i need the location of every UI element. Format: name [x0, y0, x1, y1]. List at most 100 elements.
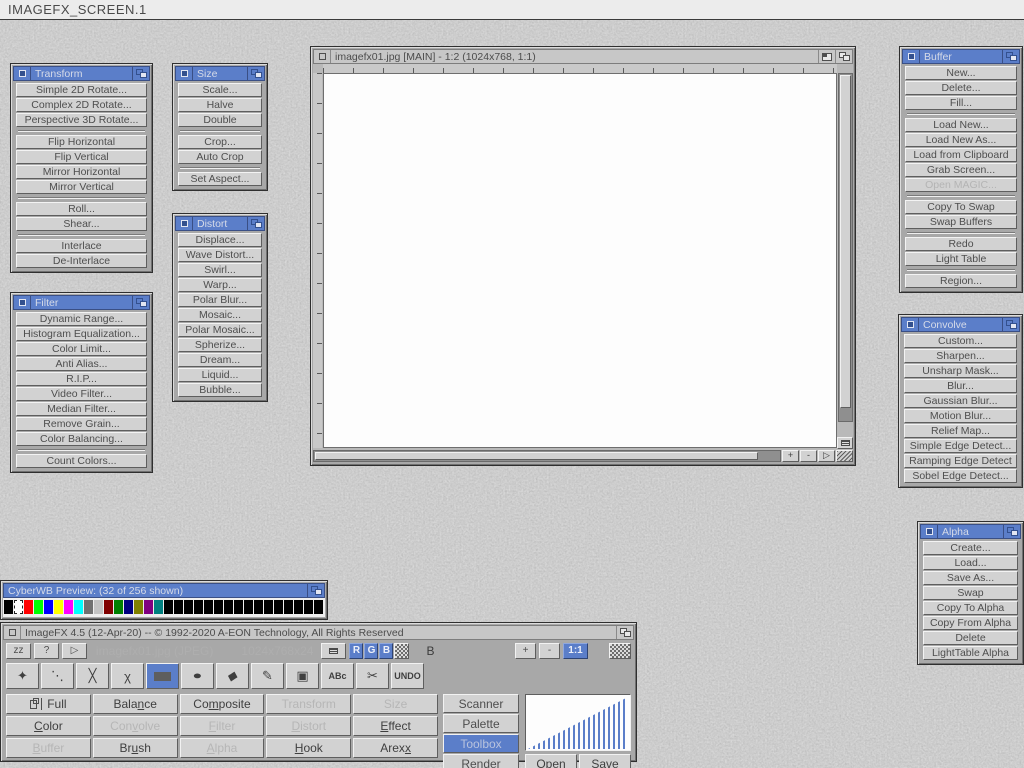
color-swatch[interactable]	[94, 600, 103, 614]
wave-distort-button[interactable]: Wave Distort...	[178, 248, 262, 262]
convolve-titlebar[interactable]: Convolve	[901, 317, 1020, 332]
roll-button[interactable]: Roll...	[16, 202, 147, 216]
simple-edge-detect-button[interactable]: Simple Edge Detect...	[904, 439, 1017, 453]
oval-tool-button[interactable]: ●	[181, 663, 214, 689]
de-interlace-button[interactable]: De-Interlace	[16, 254, 147, 268]
fill-button[interactable]: Fill...	[905, 96, 1017, 110]
balance-button[interactable]: Balance	[93, 694, 178, 714]
sobel-edge-detect-button[interactable]: Sobel Edge Detect...	[904, 469, 1017, 483]
depth-gadget-icon[interactable]	[132, 67, 149, 80]
color-swatch[interactable]	[314, 600, 323, 614]
depth-gadget-icon[interactable]	[247, 67, 264, 80]
blue-channel-toggle[interactable]: B	[379, 643, 393, 659]
close-gadget-icon[interactable]	[14, 296, 31, 309]
scale-button[interactable]: Scale...	[178, 83, 262, 97]
blur-button[interactable]: Blur...	[904, 379, 1017, 393]
color-swatch[interactable]	[24, 600, 33, 614]
hook-button[interactable]: Hook	[266, 738, 351, 758]
red-channel-toggle[interactable]: R	[349, 643, 363, 659]
dynamic-range-button[interactable]: Dynamic Range...	[16, 312, 147, 326]
crop-button[interactable]: Crop...	[178, 135, 262, 149]
color-swatch[interactable]	[74, 600, 83, 614]
distort-titlebar[interactable]: Distort	[175, 216, 265, 231]
depth-gadget-icon[interactable]	[247, 217, 264, 230]
create-button[interactable]: Create...	[923, 541, 1018, 555]
load-new-button[interactable]: Load New...	[905, 118, 1017, 132]
scanner-button[interactable]: Scanner	[443, 694, 519, 713]
color-swatch[interactable]	[214, 600, 223, 614]
ramping-edge-detect-button[interactable]: Ramping Edge Detect	[904, 454, 1017, 468]
mirror-vertical-button[interactable]: Mirror Vertical	[16, 180, 147, 194]
color-swatch[interactable]	[144, 600, 153, 614]
motion-blur-button[interactable]: Motion Blur...	[904, 409, 1017, 423]
color-swatch[interactable]	[174, 600, 183, 614]
dither-pattern-swatch[interactable]	[394, 643, 409, 659]
swirl-button[interactable]: Swirl...	[178, 263, 262, 277]
fill-tool-button[interactable]: ▣	[286, 663, 319, 689]
swap-buffers-button[interactable]: Swap Buffers	[905, 215, 1017, 229]
text-tool-button[interactable]: ABc	[321, 663, 354, 689]
screen-mode-gadget[interactable]	[837, 437, 853, 449]
double-button[interactable]: Double	[178, 113, 262, 127]
color-swatch[interactable]	[274, 600, 283, 614]
toolbox-titlebar[interactable]: ImageFX 4.5 (12-Apr-20) -- © 1992-2020 A…	[3, 625, 634, 640]
count-colors-button[interactable]: Count Colors...	[16, 454, 147, 468]
line-tool-button[interactable]: ╳	[76, 663, 109, 689]
copy-to-alpha-button[interactable]: Copy To Alpha	[923, 601, 1018, 615]
open-button[interactable]: Open	[525, 754, 577, 768]
transform-titlebar[interactable]: Transform	[13, 66, 150, 81]
box-tool-button[interactable]	[146, 663, 179, 689]
mosaic-button[interactable]: Mosaic...	[178, 308, 262, 322]
main-window-titlebar[interactable]: imagefx01.jpg [MAIN] - 1:2 (1024x768, 1:…	[313, 49, 853, 64]
color-swatch[interactable]	[224, 600, 233, 614]
dot-tool-button[interactable]: ✦	[6, 663, 39, 689]
interlace-button[interactable]: Interlace	[16, 239, 147, 253]
polar-mosaic-button[interactable]: Polar Mosaic...	[178, 323, 262, 337]
palette-pattern-button[interactable]	[609, 643, 631, 659]
sharpen-button[interactable]: Sharpen...	[904, 349, 1017, 363]
zoom-out-gadget[interactable]: -	[800, 450, 817, 462]
size-titlebar[interactable]: Size	[175, 66, 265, 81]
color-swatch[interactable]	[154, 600, 163, 614]
screen-titlebar[interactable]: IMAGEFX_SCREEN.1	[0, 0, 1024, 20]
color-swatch[interactable]	[54, 600, 63, 614]
median-filter-button[interactable]: Median Filter...	[16, 402, 147, 416]
unsharp-mask-button[interactable]: Unsharp Mask...	[904, 364, 1017, 378]
undo-button[interactable]: UNDO	[391, 663, 424, 689]
color-swatch[interactable]	[84, 600, 93, 614]
depth-gadget-icon[interactable]	[835, 50, 852, 63]
color-swatch[interactable]	[44, 600, 53, 614]
zoom-gadget-icon[interactable]	[818, 50, 835, 63]
save-button[interactable]: Save	[579, 754, 631, 768]
flip-horizontal-button[interactable]: Flip Horizontal	[16, 135, 147, 149]
close-gadget-icon[interactable]	[921, 525, 938, 538]
composite-button[interactable]: Composite	[180, 694, 265, 714]
effect-button[interactable]: Effect	[353, 716, 438, 736]
copy-to-swap-button[interactable]: Copy To Swap	[905, 200, 1017, 214]
histogram-equalization-button[interactable]: Histogram Equalization...	[16, 327, 147, 341]
gaussian-blur-button[interactable]: Gaussian Blur...	[904, 394, 1017, 408]
depth-gadget-icon[interactable]	[1002, 318, 1019, 331]
brush-button[interactable]: Brush	[93, 738, 178, 758]
depth-gadget-icon[interactable]	[307, 584, 324, 597]
horizontal-scrollbar[interactable]	[313, 450, 781, 462]
new-button[interactable]: New...	[905, 66, 1017, 80]
depth-gadget-icon[interactable]	[1003, 525, 1020, 538]
polar-blur-button[interactable]: Polar Blur...	[178, 293, 262, 307]
color-swatch[interactable]	[14, 600, 23, 614]
close-gadget-icon[interactable]	[314, 50, 331, 63]
mirror-horizontal-button[interactable]: Mirror Horizontal	[16, 165, 147, 179]
rip-button[interactable]: R.I.P...	[16, 372, 147, 386]
remove-grain-button[interactable]: Remove Grain...	[16, 417, 147, 431]
run-script-button[interactable]: ▷	[62, 643, 87, 659]
sleep-button[interactable]: zz	[6, 643, 31, 659]
buffer-titlebar[interactable]: Buffer	[902, 49, 1020, 64]
color-swatch[interactable]	[164, 600, 173, 614]
load-new-as-button[interactable]: Load New As...	[905, 133, 1017, 147]
curve-tool-button[interactable]: χ	[111, 663, 144, 689]
color-swatch[interactable]	[264, 600, 273, 614]
alpha-titlebar[interactable]: Alpha	[920, 524, 1021, 539]
auto-crop-button[interactable]: Auto Crop	[178, 150, 262, 164]
zoom-ratio-button[interactable]: 1:1	[563, 643, 588, 659]
color-button[interactable]: Color	[6, 716, 91, 736]
